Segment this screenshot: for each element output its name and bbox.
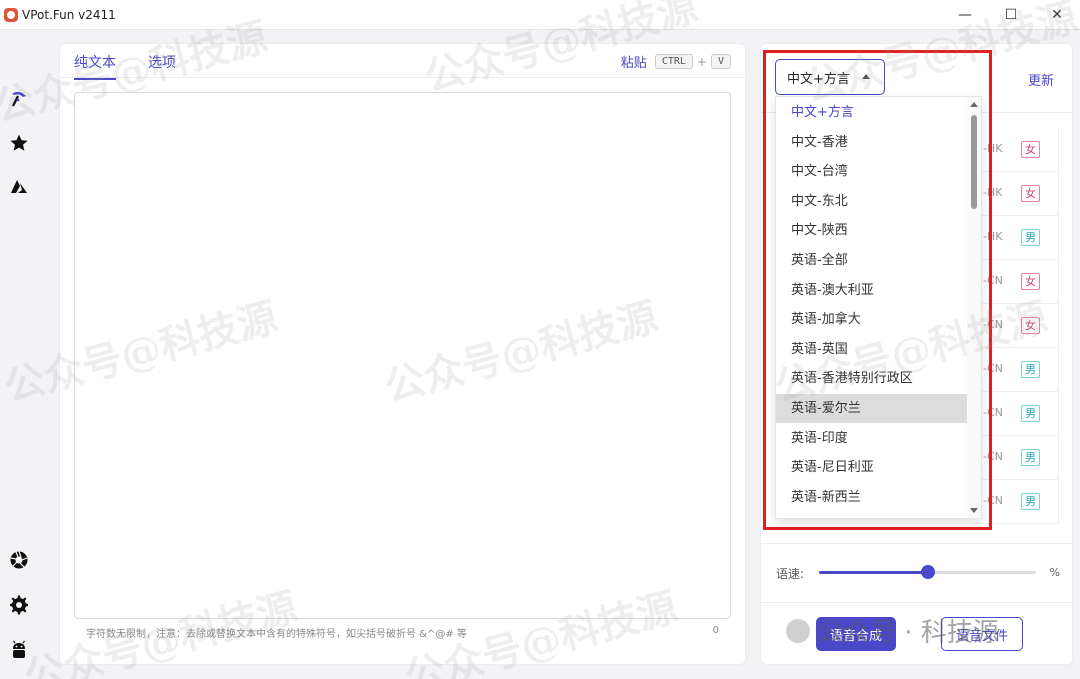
app-logo-icon <box>4 7 18 22</box>
scroll-thumb[interactable] <box>971 115 977 209</box>
language-select[interactable]: 中文+方言 <box>775 59 885 95</box>
tab-options[interactable]: 选项 <box>148 52 176 72</box>
speed-label: 语速: <box>776 567 805 581</box>
voice-locale: -CN <box>983 406 1003 419</box>
voice-locale: -CN <box>983 274 1003 287</box>
language-option[interactable]: 中文+方言 <box>776 98 969 127</box>
gender-badge: 男 <box>1021 493 1040 510</box>
voice-icon[interactable] <box>8 87 30 109</box>
caret-up-icon <box>862 74 870 79</box>
voice-row[interactable]: -CN 女 <box>971 304 1059 348</box>
azure-icon[interactable] <box>8 176 30 198</box>
language-option[interactable]: 英语-加拿大 <box>776 305 969 334</box>
text-input[interactable] <box>74 92 731 619</box>
voice-locale: -CN <box>983 318 1003 331</box>
gender-badge: 女 <box>1021 141 1040 158</box>
language-option[interactable]: 中文-陕西 <box>776 216 969 245</box>
input-hint: 字符数无限制，注意：去除或替换文本中含有的特殊符号，如尖括号破折号 &^@# 等 <box>86 629 467 640</box>
v-key: V <box>710 54 731 69</box>
synthesize-button[interactable]: 语音合成 <box>816 617 896 651</box>
gender-badge: 男 <box>1021 405 1040 422</box>
voice-locale: -CN <box>983 362 1003 375</box>
star-icon[interactable] <box>8 132 30 154</box>
dropdown-scrollbar[interactable] <box>967 97 981 518</box>
voice-row[interactable]: -CN 男 <box>971 392 1059 436</box>
voice-locale: -HK <box>983 142 1003 155</box>
voice-locale: -HK <box>983 230 1003 243</box>
paste-label[interactable]: 粘贴 <box>621 52 647 71</box>
speed-unit: % <box>1049 566 1060 579</box>
title-bar: VPot.Fun v2411 — ☐ ✕ <box>0 0 1080 30</box>
language-select-value: 中文+方言 <box>787 71 850 87</box>
voice-locale: -HK <box>983 186 1003 199</box>
scroll-up-icon[interactable] <box>970 102 978 107</box>
panel-divider <box>761 602 1072 603</box>
shutter-icon[interactable] <box>8 549 30 571</box>
voice-row[interactable]: -HK 男 <box>971 216 1059 260</box>
voice-row[interactable]: -CN 男 <box>971 480 1059 524</box>
window-title: VPot.Fun v2411 <box>22 7 116 22</box>
window-controls: — ☐ ✕ <box>942 0 1080 30</box>
gender-badge: 女 <box>1021 273 1040 290</box>
language-option[interactable]: 英语-香港特别行政区 <box>776 364 969 393</box>
gender-badge: 女 <box>1021 317 1040 334</box>
close-button[interactable]: ✕ <box>1034 0 1080 30</box>
voice-locale: -CN <box>983 494 1003 507</box>
language-option[interactable]: 英语-新西兰 <box>776 483 969 512</box>
maximize-button[interactable]: ☐ <box>988 0 1034 30</box>
language-option[interactable]: 英语-澳大利亚 <box>776 276 969 305</box>
voice-row[interactable]: -CN 男 <box>971 436 1059 480</box>
language-dropdown: 中文+方言 中文-香港 中文-台湾 中文-东北 中文-陕西 英语-全部 英语-澳大利亚 英语-… <box>775 96 982 519</box>
paste-shortcut[interactable]: 粘贴 CTRL + V <box>621 52 731 71</box>
voice-row[interactable]: -HK 女 <box>971 128 1059 172</box>
editor-tabs: 纯文本 选项 粘贴 CTRL + V <box>60 44 745 80</box>
minimize-button[interactable]: — <box>942 0 988 30</box>
speed-slider[interactable] <box>819 565 1036 579</box>
gear-icon[interactable] <box>8 594 30 616</box>
voice-row[interactable]: -HK 女 <box>971 172 1059 216</box>
gender-badge: 男 <box>1021 361 1040 378</box>
speed-slider-thumb[interactable] <box>920 565 935 579</box>
language-option[interactable]: 英语-英国 <box>776 335 969 364</box>
ctrl-key: CTRL <box>654 54 693 69</box>
gender-badge: 男 <box>1021 449 1040 466</box>
sidebar <box>0 31 44 679</box>
language-option[interactable]: 英语-印度 <box>776 424 969 453</box>
speed-slider-fill <box>819 571 928 574</box>
gender-badge: 男 <box>1021 229 1040 246</box>
char-count: 0 <box>712 625 719 636</box>
android-icon[interactable] <box>8 639 30 661</box>
language-option[interactable]: 英语-全部 <box>776 246 969 275</box>
gender-badge: 女 <box>1021 185 1040 202</box>
language-option[interactable]: 中文-台湾 <box>776 157 969 186</box>
language-option[interactable]: 英语-尼日利亚 <box>776 453 969 482</box>
voice-locale: -CN <box>983 450 1003 463</box>
refresh-button[interactable]: 更新 <box>1028 70 1054 89</box>
tab-plain-text[interactable]: 纯文本 <box>74 52 116 80</box>
editor-panel: 纯文本 选项 粘贴 CTRL + V 字符数无限制，注意：去除或替换文本中含有的… <box>59 43 746 665</box>
scroll-down-icon[interactable] <box>970 508 978 513</box>
voice-file-button[interactable]: 语音文件 <box>941 617 1023 651</box>
panel-divider <box>761 543 1072 544</box>
language-option[interactable]: 中文-东北 <box>776 187 969 216</box>
voice-row[interactable]: -CN 女 <box>971 260 1059 304</box>
voice-row[interactable]: -CN 男 <box>971 348 1059 392</box>
language-option[interactable]: 中文-香港 <box>776 128 969 157</box>
plus-sign: + <box>696 54 707 69</box>
language-option[interactable]: 英语-爱尔兰 <box>776 394 969 423</box>
